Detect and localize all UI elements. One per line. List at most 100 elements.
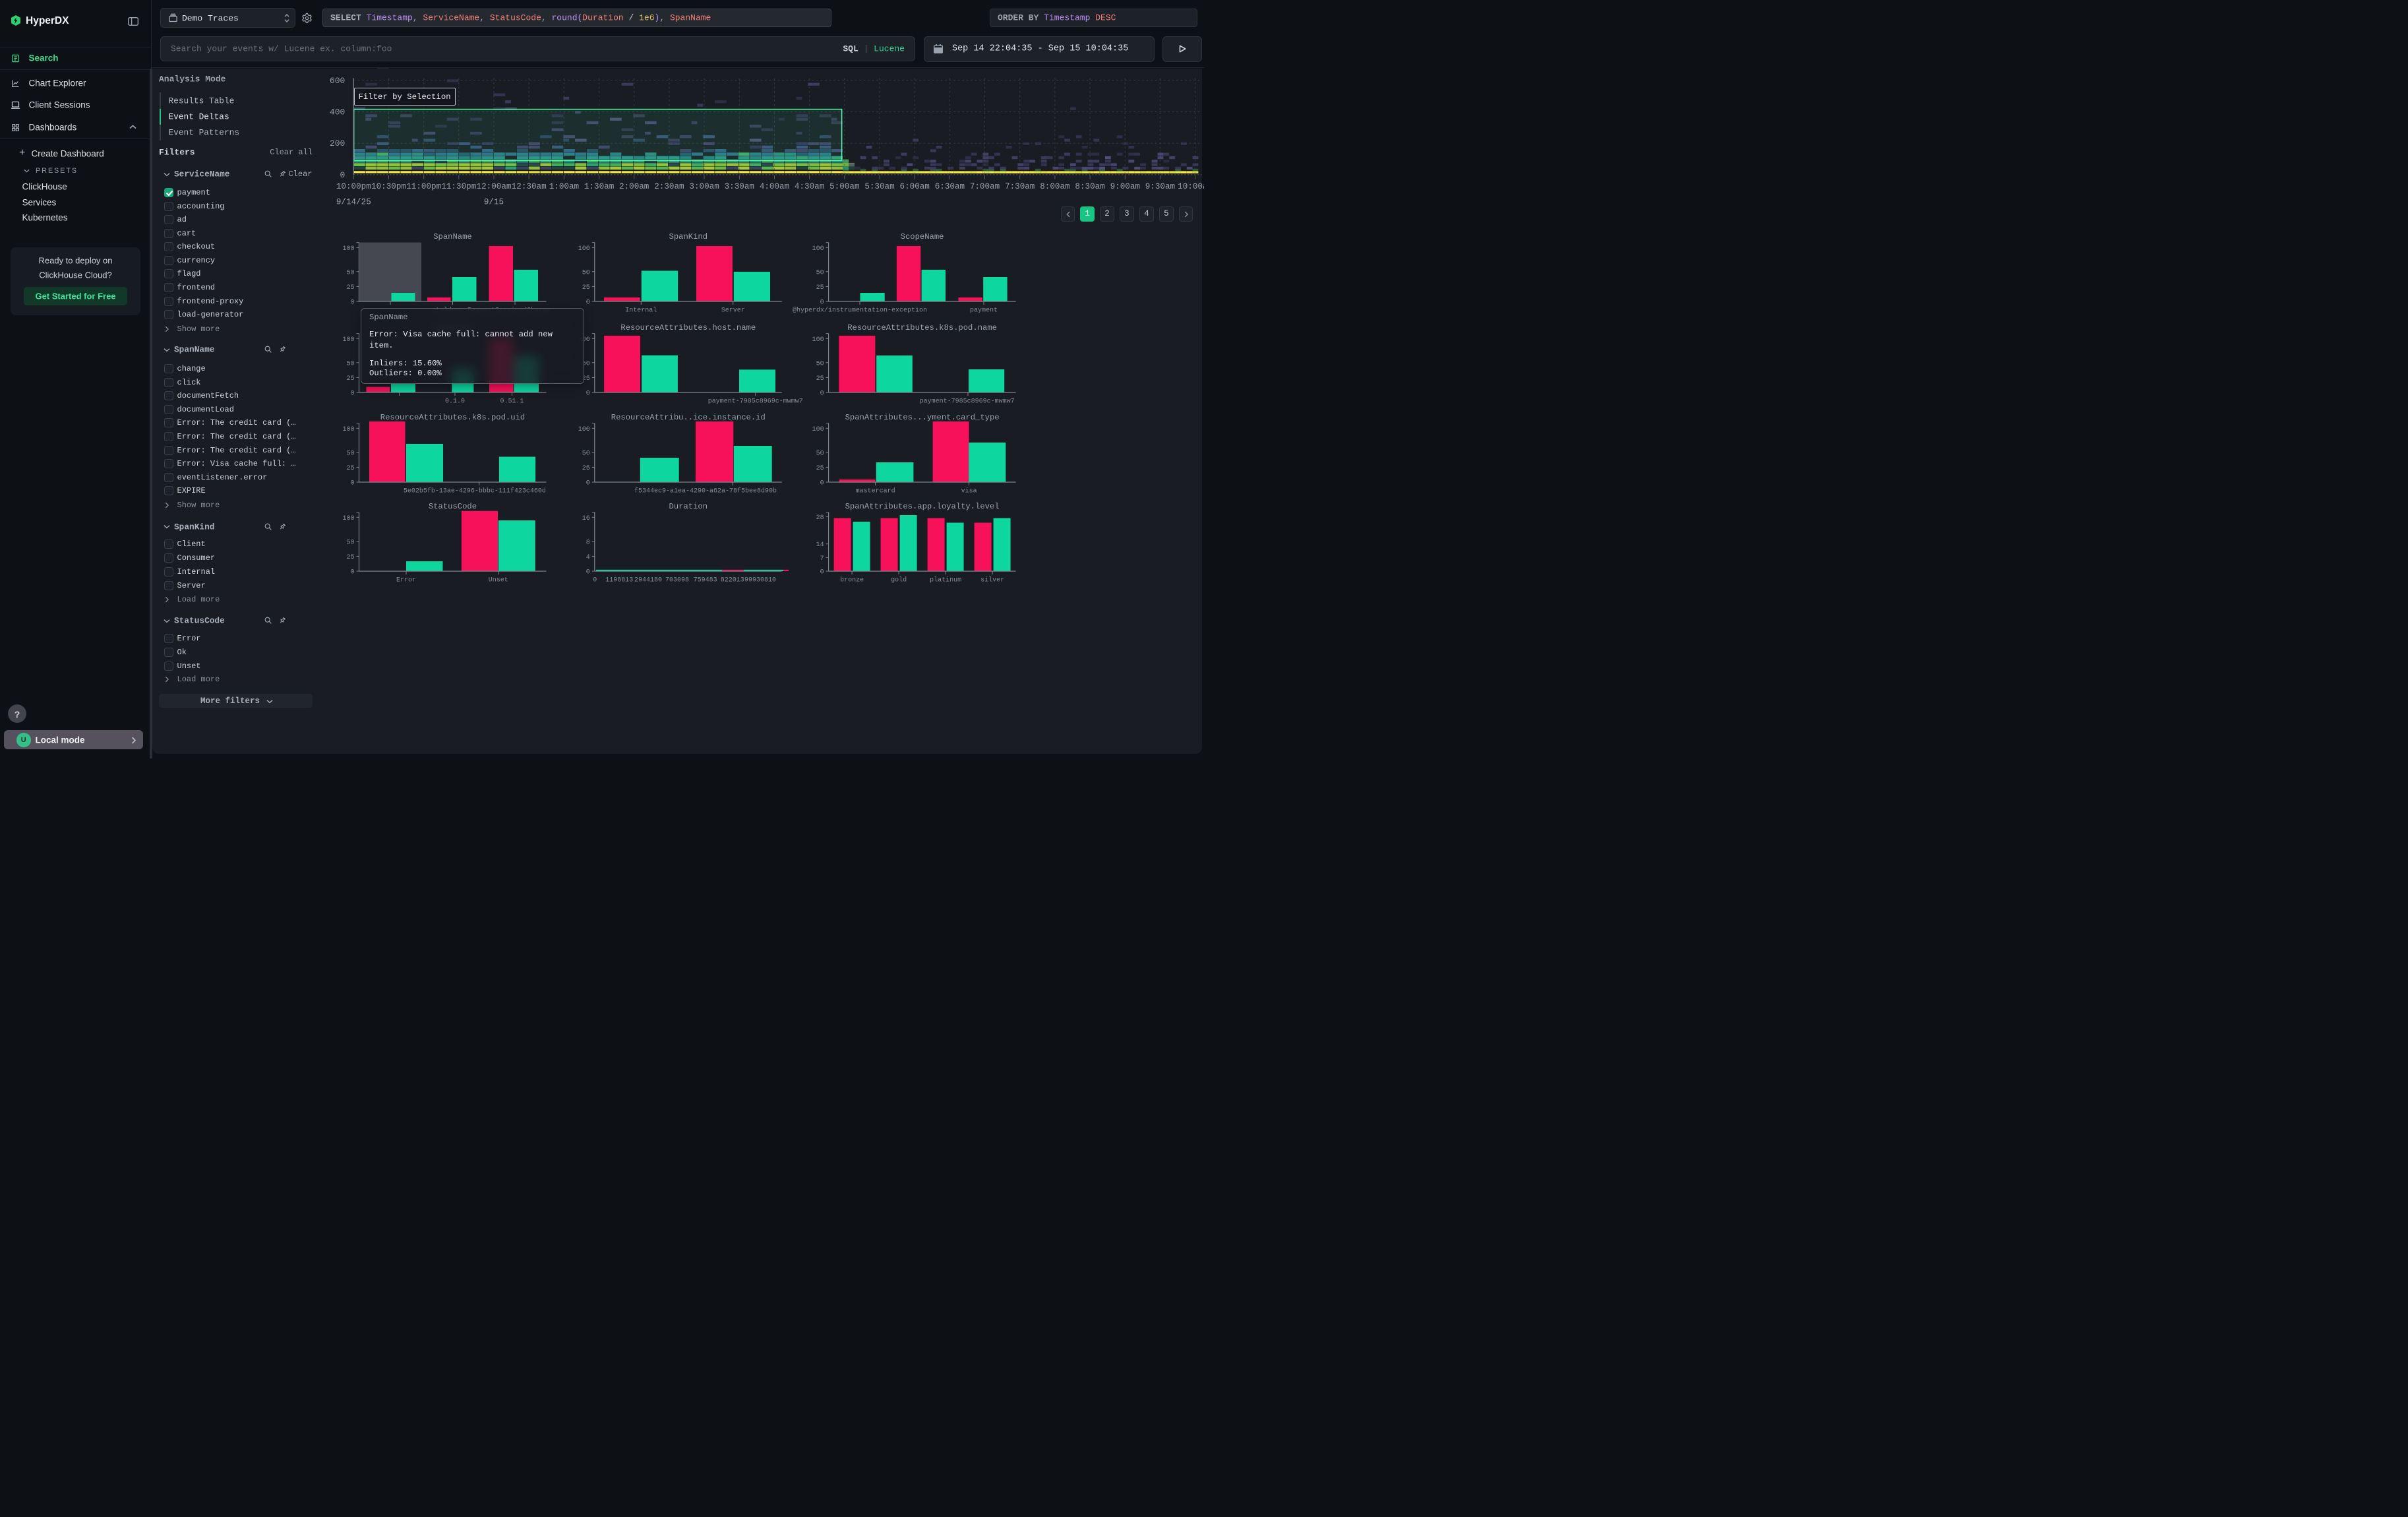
svg-text:SpanName: SpanName [433,232,472,241]
svg-text:10:00pm: 10:00pm [336,182,371,191]
svg-text:0: 0 [586,569,590,576]
svg-text:3:00am: 3:00am [689,182,719,191]
svg-text:visa: visa [961,487,977,495]
svg-text:Duration: Duration [669,502,708,511]
svg-text:0.51.1: 0.51.1 [500,398,524,406]
svg-text:16: 16 [582,515,590,522]
svg-text:9/14/25: 9/14/25 [336,198,371,207]
svg-text:SpanAttributes.app.loyalty.lev: SpanAttributes.app.loyalty.level [845,502,1000,511]
svg-text:0: 0 [820,390,824,398]
svg-text:100: 100 [342,515,354,522]
svg-text:0.1.0: 0.1.0 [445,398,465,406]
svg-text:50: 50 [816,450,824,457]
svg-text:0: 0 [340,170,345,180]
svg-text:50: 50 [346,539,354,546]
svg-text:4:30am: 4:30am [795,182,824,191]
svg-text:0: 0 [593,577,597,584]
svg-text:50: 50 [346,360,354,367]
svg-text:0: 0 [820,299,824,307]
svg-text:5e02b5fb-13ae-4296-bbbc-111f42: 5e02b5fb-13ae-4296-bbbc-111f423c460d [404,487,546,495]
svg-text:100: 100 [342,245,354,253]
svg-text:9:30am: 9:30am [1145,182,1175,191]
svg-text:12:00am: 12:00am [477,182,512,191]
svg-text:mastercard: mastercard [856,487,895,495]
svg-text:0: 0 [350,480,354,487]
svg-text:0: 0 [586,299,590,307]
svg-text:400: 400 [330,108,345,117]
svg-text:4:00am: 4:00am [760,182,789,191]
svg-text:8:30am: 8:30am [1075,182,1104,191]
svg-text:10:00am: 10:00am [1178,182,1204,191]
svg-text:SpanKind: SpanKind [669,232,708,241]
svg-text:0: 0 [586,390,590,398]
svg-text:7:30am: 7:30am [1005,182,1035,191]
svg-text:100: 100 [342,336,354,344]
svg-text:25: 25 [582,465,590,472]
svg-text:6:30am: 6:30am [935,182,965,191]
svg-text:100: 100 [812,245,824,253]
svg-text:99930810: 99930810 [744,577,776,584]
svg-text:100: 100 [578,426,590,433]
svg-text:25: 25 [816,284,824,292]
svg-text:4: 4 [586,554,590,561]
svg-text:Unset: Unset [489,577,508,584]
svg-text:0: 0 [586,480,590,487]
svg-text:payment: payment [970,307,998,315]
svg-text:platinum: platinum [930,576,961,584]
svg-text:payment-7985c8969c-mwmw7: payment-7985c8969c-mwmw7 [920,398,1015,406]
svg-text:50: 50 [582,269,590,276]
svg-text:bronze: bronze [840,576,864,584]
svg-text:703098: 703098 [665,577,689,584]
svg-text:gold: gold [891,576,907,584]
svg-text:0: 0 [350,390,354,398]
svg-text:7:00am: 7:00am [970,182,1000,191]
svg-text:11:30pm: 11:30pm [441,182,476,191]
svg-text:0: 0 [820,480,824,487]
svg-text:8:00am: 8:00am [1040,182,1069,191]
svg-text:25: 25 [346,284,354,292]
svg-text:ResourceAttributes.k8s.pod.nam: ResourceAttributes.k8s.pod.name [847,323,997,332]
svg-text:100: 100 [812,426,824,433]
svg-text:5:30am: 5:30am [864,182,894,191]
svg-text:3:30am: 3:30am [725,182,754,191]
svg-text:StatusCode: StatusCode [429,502,477,511]
svg-text:ScopeName: ScopeName [901,232,944,241]
svg-text:822013: 822013 [721,577,744,584]
svg-text:9:00am: 9:00am [1110,182,1140,191]
svg-text:25: 25 [816,465,824,472]
svg-text:25: 25 [582,284,590,292]
svg-text:ResourceAttributes.host.name: ResourceAttributes.host.name [620,323,756,332]
svg-text:6:00am: 6:00am [900,182,930,191]
svg-text:10:30pm: 10:30pm [371,182,406,191]
svg-text:50: 50 [346,450,354,457]
svg-text:2:30am: 2:30am [654,182,684,191]
svg-text:ResourceAttributes.k8s.pod.uid: ResourceAttributes.k8s.pod.uid [380,413,525,422]
svg-text:25: 25 [346,554,354,561]
svg-text:8: 8 [586,539,590,546]
svg-text:11:00pm: 11:00pm [406,182,441,191]
svg-text:50: 50 [816,360,824,367]
svg-text:759483: 759483 [694,577,717,584]
svg-text:f5344ec9-a1ea-4290-a62a-78f5be: f5344ec9-a1ea-4290-a62a-78f5bee8d90b [634,487,777,495]
svg-text:2944180: 2944180 [634,577,662,584]
svg-text:50: 50 [582,450,590,457]
svg-text:Error: Error [396,577,416,584]
svg-text:14: 14 [816,542,824,549]
svg-text:100: 100 [342,426,354,433]
svg-text:payment-7985c8969c-mwmw7: payment-7985c8969c-mwmw7 [708,398,803,406]
svg-text:1198813: 1198813 [605,577,633,584]
svg-text:silver: silver [980,576,1004,584]
svg-text:1:30am: 1:30am [584,182,614,191]
svg-text:7: 7 [820,555,824,563]
svg-text:Server: Server [721,307,745,315]
svg-text:25: 25 [816,375,824,383]
svg-text:25: 25 [346,465,354,472]
svg-text:2:00am: 2:00am [619,182,649,191]
svg-text:100: 100 [812,336,824,344]
svg-text:50: 50 [346,269,354,276]
svg-text:50: 50 [816,269,824,276]
svg-text:200: 200 [330,139,345,149]
svg-text:0: 0 [820,569,824,576]
svg-text:12:30am: 12:30am [512,182,547,191]
svg-text:100: 100 [578,245,590,253]
